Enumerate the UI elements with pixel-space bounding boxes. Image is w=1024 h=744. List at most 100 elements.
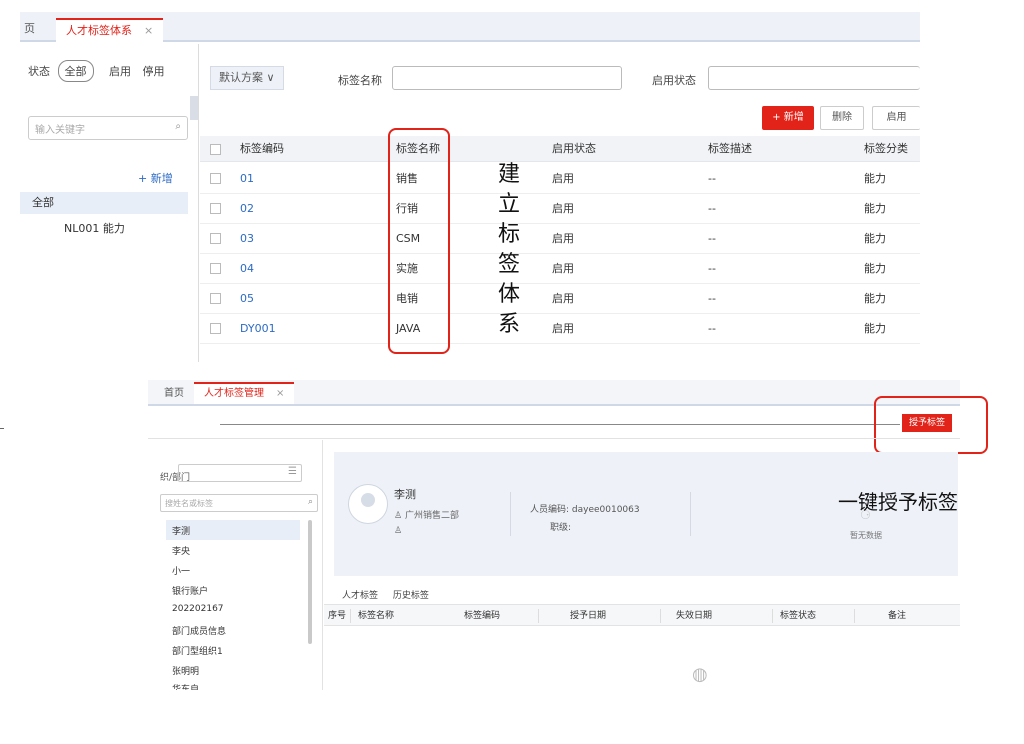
tag-code-link[interactable]: 05	[240, 284, 254, 314]
scrollbar[interactable]	[308, 520, 312, 644]
empty-state-icon: ◍	[692, 664, 708, 685]
tag-status: 启用	[552, 292, 574, 305]
list-item[interactable]: 华东自	[172, 682, 199, 690]
tab-home[interactable]: 页	[24, 18, 35, 42]
people-sidebar: 织/部门 ☰ 搜姓名或标签 ⌕ 李测 李央 小一 银行账户 202202167 …	[148, 440, 322, 690]
search-icon[interactable]: ⌕	[308, 497, 313, 507]
list-item[interactable]: 张明明	[172, 664, 199, 677]
row-checkbox[interactable]	[210, 203, 221, 214]
tab-bar: 页 人才标签体系 ×	[20, 12, 920, 42]
status-filter-input[interactable]	[708, 66, 920, 90]
close-icon[interactable]: ×	[276, 388, 284, 399]
divider	[148, 438, 960, 439]
org-icon: ♙	[394, 511, 405, 521]
list-item[interactable]: 部门成员信息	[172, 624, 226, 637]
tag-status: 启用	[552, 202, 574, 215]
tab-home-2[interactable]: 首页	[164, 383, 184, 407]
tag-category: 能力	[864, 292, 886, 305]
select-all-checkbox[interactable]	[210, 144, 221, 155]
tag-category: 能力	[864, 322, 886, 335]
tag-desc: --	[708, 232, 716, 245]
table-row[interactable]: 05 电销 启用 -- 能力	[200, 284, 920, 314]
row-checkbox[interactable]	[210, 233, 221, 244]
status-option-enabled[interactable]: 启用	[109, 65, 131, 78]
tag-code-link[interactable]: 03	[240, 224, 254, 254]
col-sep	[538, 609, 539, 623]
tab-history-tags[interactable]: 历史标签	[393, 591, 429, 601]
col-tag-name: 标签名称	[358, 611, 395, 621]
annotation-char: 签	[497, 252, 520, 277]
table-row[interactable]: 04 实施 启用 -- 能力	[200, 254, 920, 284]
sidebar-search-placeholder: 输入关键字	[35, 125, 85, 136]
plan-dropdown[interactable]: 默认方案 ∨	[210, 66, 284, 90]
row-checkbox[interactable]	[210, 323, 221, 334]
status-filter-field-label: 启用状态	[652, 74, 696, 87]
tag-code-link[interactable]: 01	[240, 164, 254, 194]
status-filter-label: 状态	[28, 65, 50, 78]
highlight-box-tag-name	[388, 128, 450, 354]
table-row[interactable]: 02 行销 启用 -- 能力	[200, 194, 920, 224]
col-sep	[772, 609, 773, 623]
tag-name-filter-input[interactable]	[392, 66, 622, 90]
delete-button[interactable]: 删除	[820, 106, 864, 130]
col-sep	[350, 609, 351, 623]
table-row[interactable]: 01 销售 启用 -- 能力	[200, 164, 920, 194]
sidebar-search-input[interactable]: 输入关键字 ⌕	[28, 116, 188, 140]
close-icon[interactable]: ×	[144, 24, 153, 37]
status-option-all[interactable]: 全部	[57, 60, 94, 82]
list-item[interactable]: 部门型组织1	[172, 644, 223, 657]
table-row[interactable]: 03 CSM 启用 -- 能力	[200, 224, 920, 254]
people-search-input[interactable]: 搜姓名或标签 ⌕	[160, 494, 318, 512]
status-option-disabled[interactable]: 停用	[143, 65, 165, 78]
tab-tag-management[interactable]: 人才标签管理 ×	[194, 382, 295, 404]
no-data-text: 暂无数据	[850, 531, 882, 540]
tree-item-all[interactable]: 全部	[20, 192, 188, 214]
highlight-box-grant	[874, 396, 988, 454]
tag-code-link[interactable]: 04	[240, 254, 254, 284]
row-checkbox[interactable]	[210, 263, 221, 274]
col-status: 启用状态	[552, 142, 596, 155]
col-expire-date: 失效日期	[676, 611, 713, 621]
row-checkbox[interactable]	[210, 293, 221, 304]
tag-category: 能力	[864, 232, 886, 245]
list-item[interactable]: 李测	[172, 524, 190, 537]
toolbar-line	[220, 424, 900, 425]
list-item[interactable]: 银行账户	[172, 584, 208, 597]
annotation-char: 立	[497, 192, 520, 217]
tag-code-link[interactable]: 02	[240, 194, 254, 224]
col-tag-code: 标签编码	[464, 611, 501, 621]
add-category-button[interactable]: + 新增	[138, 170, 173, 186]
tag-tabs: 人才标签 历史标签	[342, 588, 441, 606]
tag-desc: --	[708, 262, 716, 275]
annotation-char: 体	[497, 282, 520, 307]
annotation-char: 建	[497, 162, 520, 187]
col-tag-status: 标签状态	[780, 611, 817, 621]
list-item[interactable]: 202202167	[172, 604, 224, 614]
avatar	[348, 484, 388, 524]
person-dept-text: 广州销售二部	[404, 511, 459, 521]
collapse-handle[interactable]	[190, 96, 198, 120]
list-icon[interactable]: ☰	[288, 466, 297, 477]
tag-status: 启用	[552, 262, 574, 275]
row-checkbox[interactable]	[210, 173, 221, 184]
tag-code-link[interactable]: DY001	[240, 314, 276, 344]
annotation-char: 系	[497, 312, 520, 337]
tab-tag-management-label: 人才标签管理	[204, 388, 264, 399]
col-remark: 备注	[888, 611, 907, 621]
tag-desc: --	[708, 172, 716, 185]
tree-item-nl001[interactable]: NL001 能力	[64, 220, 125, 236]
dept-select[interactable]: ☰	[178, 464, 302, 482]
col-sep	[854, 609, 855, 623]
tag-category: 能力	[864, 172, 886, 185]
person-level: 职级:	[550, 523, 572, 533]
search-icon[interactable]: ⌕	[175, 121, 181, 132]
new-tag-button[interactable]: + 新增	[762, 106, 814, 130]
list-item[interactable]: 小一	[172, 564, 190, 577]
table-row[interactable]: DY001 JAVA 启用 -- 能力	[200, 314, 920, 344]
user-icon: ♙	[394, 526, 403, 536]
enable-button[interactable]: 启用	[872, 106, 920, 130]
list-item[interactable]: 李央	[172, 544, 190, 557]
tab-tag-system[interactable]: 人才标签体系 ×	[56, 18, 164, 42]
people-search-placeholder: 搜姓名或标签	[165, 499, 213, 508]
divider	[198, 44, 199, 362]
